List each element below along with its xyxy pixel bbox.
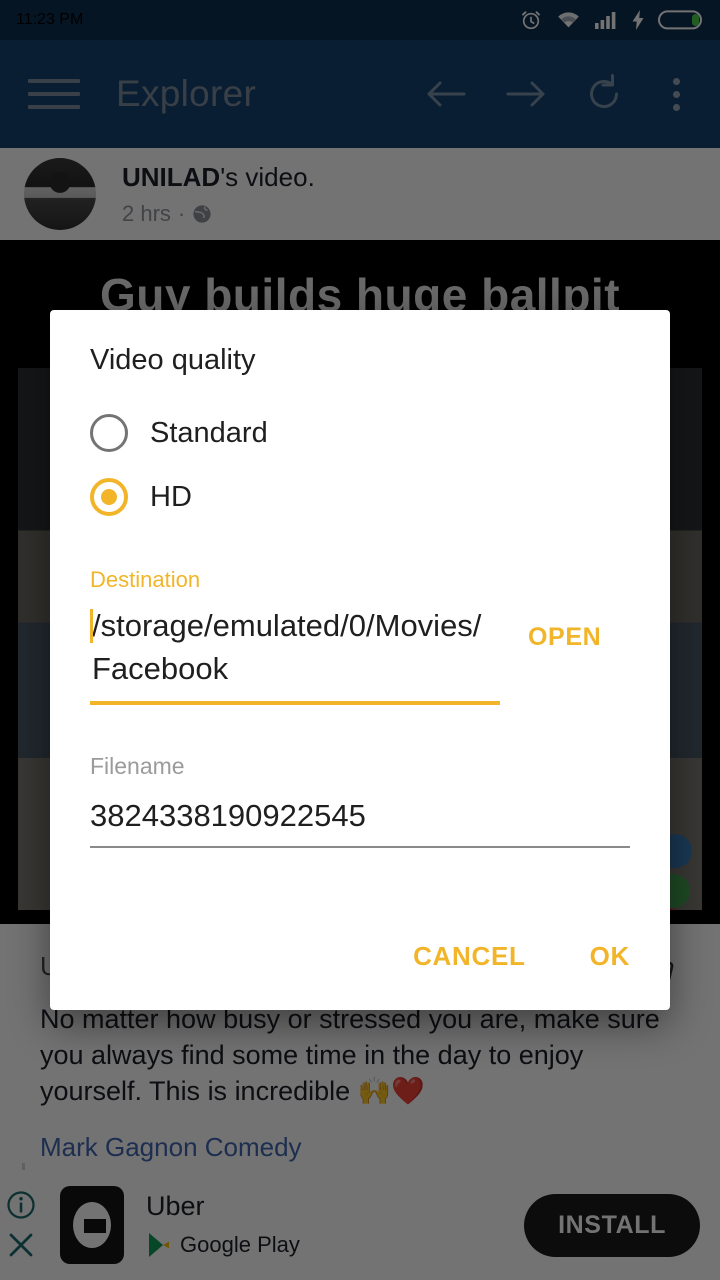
ok-button[interactable]: OK (584, 931, 636, 982)
destination-block: Destination /storage/emulated/0/Movies/F… (90, 567, 630, 705)
radio-option-hd[interactable]: HD (90, 465, 630, 529)
radio-standard-icon[interactable] (90, 414, 128, 452)
filename-label: Filename (90, 752, 185, 779)
radio-hd-icon[interactable] (90, 478, 128, 516)
dialog-title: Video quality (90, 344, 256, 376)
open-button[interactable]: OPEN (528, 623, 601, 652)
cancel-button[interactable]: CANCEL (407, 931, 532, 982)
filename-block: Filename 3824338190922545 (90, 753, 630, 848)
video-quality-dialog: Video quality Standard HD Destination /s… (50, 310, 670, 1010)
radio-standard-label: Standard (150, 416, 268, 449)
text-caret (90, 609, 93, 643)
radio-option-standard[interactable]: Standard (90, 401, 630, 465)
dialog-buttons: CANCEL OK (407, 931, 636, 982)
filename-value: 3824338190922545 (90, 797, 366, 833)
destination-field-row: /storage/emulated/0/Movies/Facebook OPEN (90, 605, 630, 705)
radio-hd-label: HD (150, 480, 192, 513)
destination-value: /storage/emulated/0/Movies/Facebook (92, 608, 482, 686)
destination-input[interactable]: /storage/emulated/0/Movies/Facebook (90, 605, 500, 705)
filename-input[interactable]: 3824338190922545 (90, 798, 630, 848)
destination-label: Destination (90, 567, 201, 592)
